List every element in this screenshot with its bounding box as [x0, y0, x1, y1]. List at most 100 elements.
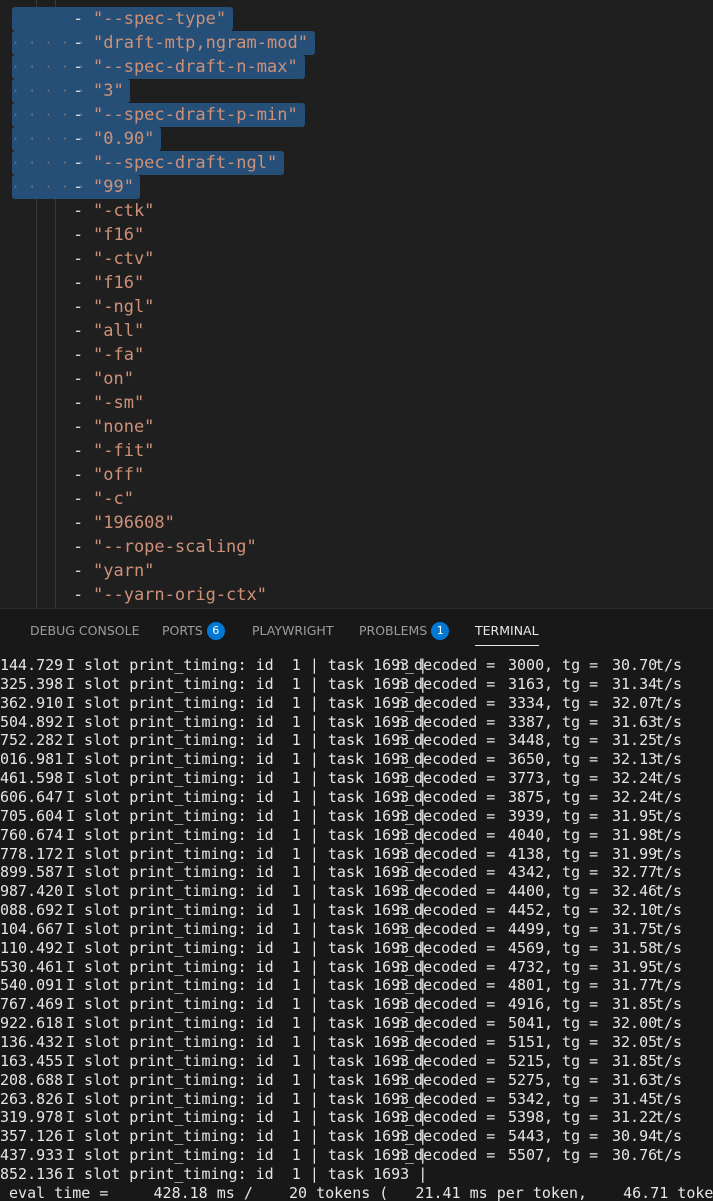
log-timestamp: 606.647: [0, 787, 64, 806]
tg-unit: t/s: [655, 957, 683, 976]
decoded-value: 5151: [508, 1033, 545, 1051]
tg-label: , tg =: [544, 919, 599, 938]
tg-value: 31.58: [612, 938, 658, 957]
yaml-dash: -: [73, 297, 84, 317]
tg-unit: t/s: [655, 806, 683, 825]
log-message: I slot print_timing: id 1 | task 1693 |: [66, 976, 428, 995]
tg-label: , tg =: [544, 1051, 599, 1070]
yaml-dash: -: [73, 393, 84, 413]
log-message: I slot print_timing: id 1 | task 1693 |: [66, 919, 428, 938]
count-badge: 6: [206, 622, 225, 640]
decoded-value: 3387: [508, 712, 545, 731]
log-timestamp: 319.978: [0, 1108, 64, 1127]
tab-label: PROBLEMS: [359, 623, 428, 638]
yaml-dash: -: [73, 249, 84, 269]
tg-label: , tg =: [544, 674, 599, 693]
tg-label: , tg =: [544, 731, 599, 750]
log-message: I slot print_timing: id 1 | task 1693 |: [66, 938, 428, 957]
log-message: I slot print_timing: id 1 | task 1693 |: [66, 844, 428, 863]
tg-unit: t/s: [655, 693, 683, 712]
decoded-value: 5215: [508, 1051, 545, 1070]
decoded-label: n_decoded =: [396, 769, 496, 788]
panel-tabs: DEBUG CONSOLE PORTS 6 PLAYWRIGHT PROBLEMS 1 TE…: [0, 609, 713, 653]
tg-unit: t/s: [655, 919, 683, 938]
yaml-string: "99": [93, 177, 134, 197]
decoded-label: n_decoded =: [396, 825, 496, 844]
tg-value: 31.34: [612, 674, 658, 693]
tg-unit: t/s: [655, 712, 683, 731]
tg-label: , tg =: [544, 1033, 599, 1051]
tab-terminal[interactable]: TERMINAL: [475, 609, 539, 653]
tg-label: , tg =: [544, 1014, 599, 1033]
yaml-dash: -: [73, 273, 84, 293]
yaml-dash: -: [73, 441, 84, 461]
yaml-dash: -: [73, 225, 84, 245]
decoded-label: n_decoded =: [396, 1051, 496, 1070]
log-timestamp: 357.126: [0, 1127, 64, 1146]
decoded-label: n_decoded =: [396, 919, 496, 938]
eval-time-line: eval time = 428.18 ms / 20 tokens ( 21.4…: [9, 1183, 713, 1201]
yaml-string: "-fa": [93, 345, 145, 365]
tg-label: , tg =: [544, 1070, 599, 1089]
tg-value: 30.70: [612, 656, 658, 674]
decoded-label: n_decoded =: [396, 1033, 496, 1051]
code-editor[interactable]: ✦ -"--spec-type"· · · · ·-"draft-mtp,ngr…: [0, 0, 713, 608]
tg-value: 30.94: [612, 1127, 658, 1146]
yaml-dash: -: [73, 33, 84, 53]
decoded-value: 4400: [508, 882, 545, 901]
tg-value: 32.07: [612, 693, 658, 712]
tab-debug-console[interactable]: DEBUG CONSOLE: [30, 609, 139, 653]
tg-value: 31.45: [612, 1089, 658, 1108]
log-message: I slot print_timing: id 1 | task 1693 |: [66, 731, 428, 750]
decoded-value: 3773: [508, 769, 545, 788]
tg-unit: t/s: [655, 750, 683, 769]
yaml-string: "f16": [93, 225, 145, 245]
tg-label: , tg =: [544, 863, 599, 882]
log-timestamp: 760.674: [0, 825, 64, 844]
tab-playwright[interactable]: PLAYWRIGHT: [252, 609, 333, 653]
yaml-string: "0.90": [93, 129, 155, 149]
yaml-dash: -: [73, 465, 84, 485]
yaml-dash: -: [73, 585, 84, 605]
tab-problems[interactable]: PROBLEMS 1: [359, 609, 450, 653]
log-timestamp: 461.598: [0, 769, 64, 788]
yaml-string: "none": [93, 417, 155, 437]
tg-label: , tg =: [544, 1127, 599, 1146]
tg-value: 30.76: [612, 1146, 658, 1165]
log-message: I slot print_timing: id 1 | task 1693 |: [66, 901, 428, 920]
tg-unit: t/s: [655, 1014, 683, 1033]
log-timestamp: 752.282: [0, 731, 64, 750]
decoded-label: n_decoded =: [396, 693, 496, 712]
count-badge: 1: [431, 622, 450, 640]
yaml-dash: -: [73, 57, 84, 77]
tg-value: 31.25: [612, 731, 658, 750]
yaml-string: "all": [93, 321, 145, 341]
yaml-dash: -: [73, 561, 84, 581]
log-message: I slot print_timing: id 1 | task 1693 |: [66, 674, 428, 693]
decoded-value: 3334: [508, 693, 545, 712]
decoded-label: n_decoded =: [396, 995, 496, 1014]
yaml-dash: -: [73, 345, 84, 365]
log-timestamp: 922.618: [0, 1014, 64, 1033]
tg-unit: t/s: [655, 1146, 683, 1165]
yaml-dash: -: [73, 201, 84, 221]
yaml-dash: -: [73, 153, 84, 173]
decoded-value: 3163: [508, 674, 545, 693]
tg-label: , tg =: [544, 750, 599, 769]
tg-value: 32.46: [612, 882, 658, 901]
log-timestamp: 263.826: [0, 1089, 64, 1108]
decoded-label: n_decoded =: [396, 731, 496, 750]
tab-ports[interactable]: PORTS 6: [162, 609, 225, 653]
log-message: I slot print_timing: id 1 | task 1693 |: [66, 1070, 428, 1089]
decoded-value: 4342: [508, 863, 545, 882]
log-timestamp: 778.172: [0, 844, 64, 863]
tg-label: , tg =: [544, 693, 599, 712]
tg-label: , tg =: [544, 957, 599, 976]
terminal-output[interactable]: 144.729 I slot print_timing: id 1 | task …: [0, 655, 713, 1201]
decoded-label: n_decoded =: [396, 1089, 496, 1108]
decoded-label: n_decoded =: [396, 976, 496, 995]
decoded-label: n_decoded =: [396, 1014, 496, 1033]
yaml-string: "f16": [93, 273, 145, 293]
log-message: I slot print_timing: id 1 | task 1693 |: [66, 1108, 428, 1127]
log-message: I slot print_timing: id 1 | task 1693 |: [66, 1146, 428, 1165]
